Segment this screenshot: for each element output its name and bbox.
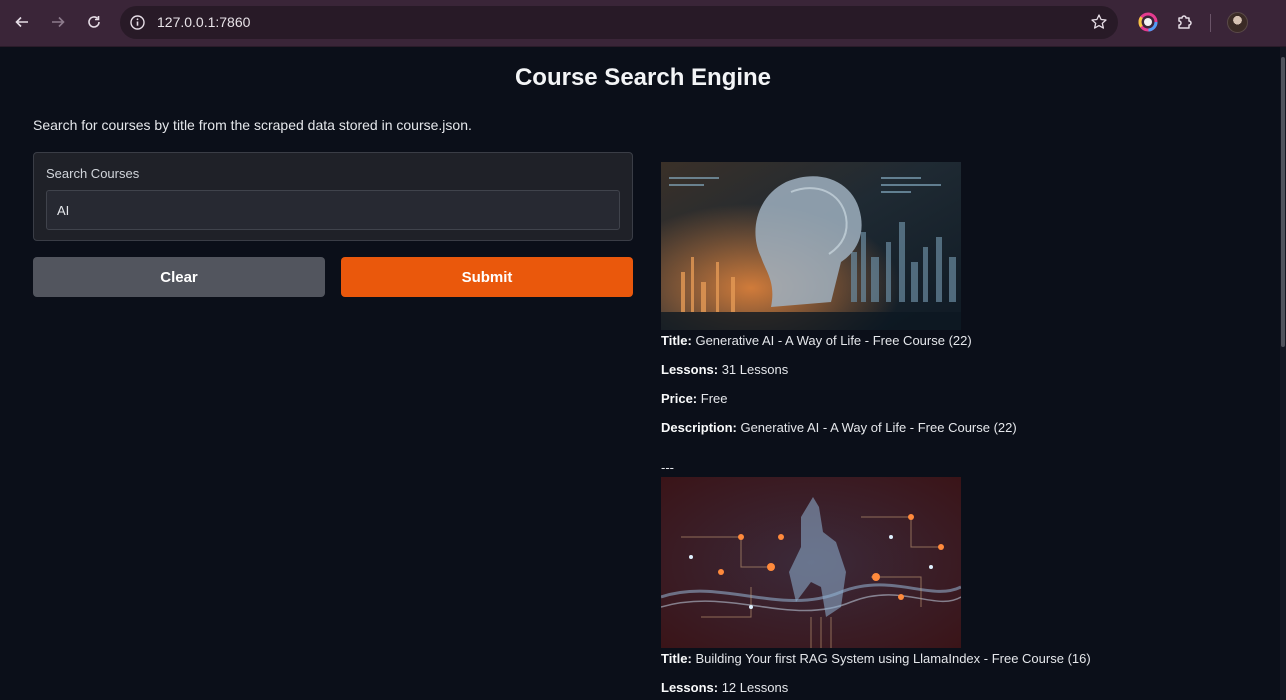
extensions-puzzle-icon[interactable] [1175, 12, 1195, 32]
result-title-label: Title: [661, 333, 692, 348]
result-lessons-label: Lessons: [661, 362, 719, 377]
bookmark-star-icon[interactable] [1090, 13, 1108, 31]
search-label: Search Courses [46, 166, 140, 181]
result-description-line: Description: Generative AI - A Way of Li… [661, 420, 1261, 449]
search-panel: Search Courses [33, 152, 633, 241]
result-title: Generative AI - A Way of Life - Free Cou… [695, 333, 972, 348]
forward-icon[interactable] [44, 8, 72, 36]
result-lessons: 31 Lessons [721, 362, 789, 377]
result-title-line: Title: Building Your first RAG System us… [661, 651, 1261, 680]
result-price: Free [700, 391, 728, 406]
course-thumbnail-llama-circuit [661, 477, 961, 648]
browser-toolbar: 127.0.0.1:7860 [0, 0, 1286, 47]
color-extension-icon[interactable] [1138, 12, 1158, 32]
submit-button[interactable]: Submit [341, 257, 633, 297]
result-description: Generative AI - A Way of Life - Free Cou… [740, 420, 1017, 435]
scrollbar-thumb[interactable] [1281, 57, 1285, 347]
page-scrollbar[interactable] [1280, 47, 1286, 700]
search-input[interactable] [46, 190, 620, 230]
result-separator: --- [661, 460, 674, 475]
url-text[interactable]: 127.0.0.1:7860 [157, 14, 250, 30]
site-info-icon[interactable] [128, 13, 147, 32]
result-lessons-label: Lessons: [661, 680, 719, 695]
page-description: Search for courses by title from the scr… [33, 117, 472, 133]
result-title-label: Title: [661, 651, 692, 666]
results-panel: Title: Generative AI - A Way of Life - F… [661, 162, 1261, 700]
result-title: Building Your first RAG System using Lla… [695, 651, 1091, 666]
result-price-line: Price: Free [661, 391, 1261, 420]
result-lessons-line: Lessons: 12 Lessons [661, 680, 1261, 700]
result-title-line: Title: Generative AI - A Way of Life - F… [661, 333, 1261, 362]
toolbar-divider [1210, 14, 1211, 32]
reload-icon[interactable] [80, 8, 108, 36]
result-price-label: Price: [661, 391, 698, 406]
address-bar[interactable]: 127.0.0.1:7860 [120, 6, 1118, 39]
clear-button[interactable]: Clear [33, 257, 325, 297]
result-description-label: Description: [661, 420, 737, 435]
course-thumbnail-robot-head [661, 162, 961, 330]
profile-avatar[interactable] [1227, 12, 1248, 33]
result-lessons-line: Lessons: 31 Lessons [661, 362, 1261, 391]
result-lessons: 12 Lessons [721, 680, 789, 695]
back-icon[interactable] [8, 8, 36, 36]
page-title: Course Search Engine [514, 64, 772, 91]
